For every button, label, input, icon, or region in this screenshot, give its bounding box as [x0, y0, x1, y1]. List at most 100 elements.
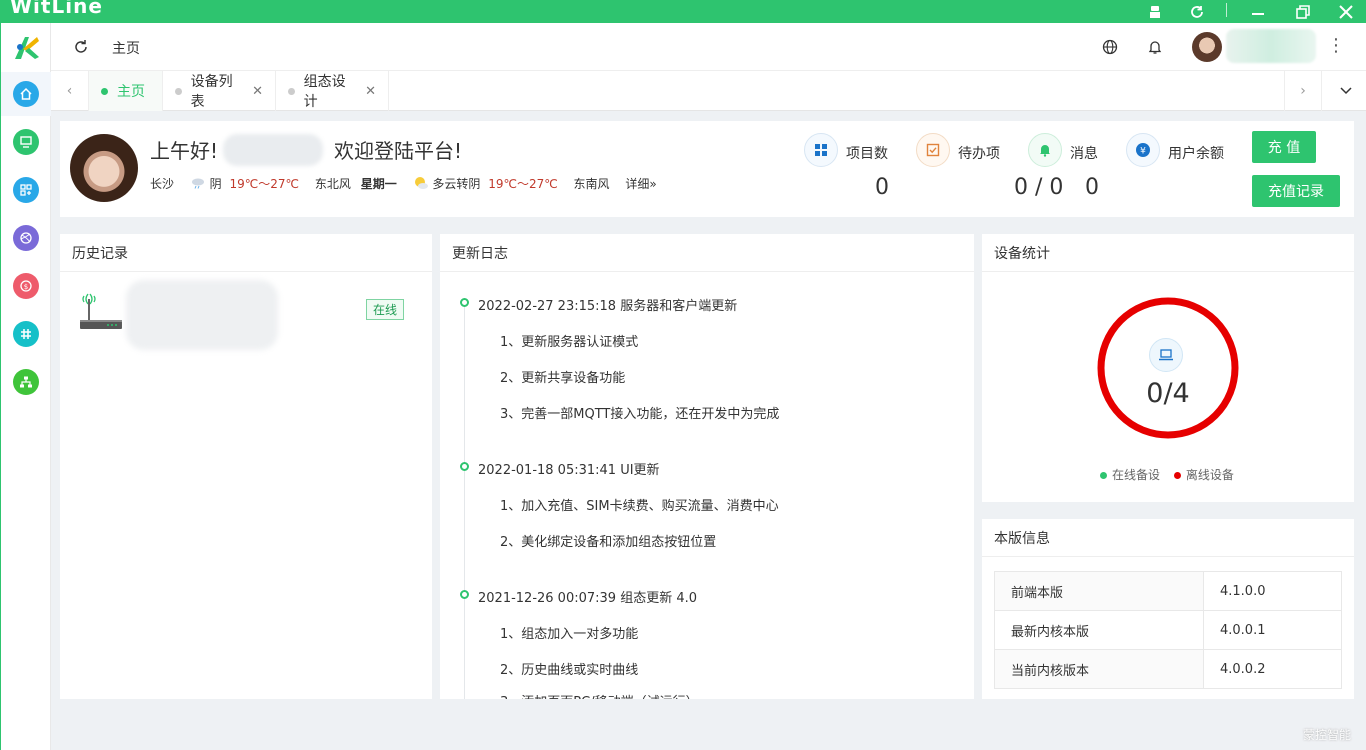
history-panel: 历史记录 在线	[60, 234, 432, 699]
nav-finance[interactable]: $	[1, 264, 51, 308]
changelog-item: 3、完善一部MQTT接入功能，还在开发中为完成	[500, 407, 780, 422]
version-value: 4.1.0.0	[1203, 571, 1342, 611]
legend-offline-label: 离线设备	[1185, 468, 1234, 482]
refresh-window-icon[interactable]	[1179, 0, 1215, 23]
legend-offline-dot	[1173, 472, 1181, 479]
changelog-panel: 更新日志 2022-02-27 23:15:18 服务器和客户端更新 1、更新服…	[440, 234, 974, 699]
grid-icon	[804, 133, 838, 167]
stat-value: 0 / 0	[1014, 175, 1064, 200]
sitemap-icon	[13, 369, 39, 395]
blurred-username	[223, 134, 323, 166]
tabs-dropdown-icon[interactable]	[1327, 71, 1365, 111]
nav-home[interactable]	[1, 72, 51, 116]
version-key: 当前内核版本	[994, 649, 1204, 689]
tab-dot	[288, 87, 295, 95]
table-row: 前端本版 4.1.0.0	[994, 571, 1342, 611]
tab-dot	[101, 87, 108, 95]
today-condition: 阴	[209, 177, 222, 191]
version-panel: 本版信息 前端本版 4.1.0.0 最新内核本版 4.0.0.1 当前内核版本 …	[982, 519, 1354, 699]
skin-icon[interactable]	[1137, 0, 1173, 23]
blurred-device-name	[126, 280, 278, 350]
nav-dribbble[interactable]	[1, 216, 51, 260]
stat-label: 待办项	[958, 146, 1000, 162]
globe-icon[interactable]	[1099, 36, 1121, 58]
changelog-item: 2、更新共享设备功能	[500, 371, 626, 386]
today-wind: 东北风	[314, 177, 351, 191]
checkbox-icon	[916, 133, 950, 167]
close-window-icon[interactable]	[1328, 0, 1364, 23]
user-avatar[interactable]	[1192, 32, 1222, 62]
tomorrow-temp: 19℃～27℃	[488, 177, 558, 191]
table-row: 最新内核本版 4.0.0.1	[994, 610, 1342, 650]
recharge-button[interactable]: 充 值	[1252, 131, 1316, 163]
recharge-records-button[interactable]: 充值记录	[1252, 175, 1340, 207]
ball-icon	[13, 225, 39, 251]
changelog-item: 2、历史曲线或实时曲线	[500, 663, 639, 678]
router-icon	[78, 286, 124, 332]
timeline-dot	[460, 298, 469, 307]
refresh-icon[interactable]	[71, 37, 91, 57]
titlebar-separator	[1226, 3, 1227, 17]
changelog-item: 3、添加页面PC/移动端（试运行）	[500, 691, 699, 699]
top-header: 主页 ⋮	[51, 23, 1366, 71]
version-key: 最新内核本版	[994, 610, 1204, 650]
more-vertical-icon[interactable]: ⋮	[1327, 35, 1345, 56]
version-value: 4.0.0.2	[1203, 649, 1342, 689]
today-temp: 19℃～27℃	[229, 177, 300, 191]
sidebar: $	[0, 23, 51, 750]
tab-device-list[interactable]: 设备列表 ✕	[163, 71, 276, 111]
restore-icon[interactable]	[1285, 0, 1321, 23]
dollar-icon: $	[13, 273, 39, 299]
tomorrow-wind: 东南风	[573, 177, 610, 191]
user-avatar-large	[70, 134, 138, 202]
tab-config-design[interactable]: 组态设计 ✕	[276, 71, 389, 111]
weekday: 星期一	[360, 177, 397, 191]
nav-slack[interactable]	[1, 312, 51, 356]
apps-icon	[13, 177, 39, 203]
greeting-prefix: 上午好!	[150, 139, 219, 163]
svg-text:¥: ¥	[1140, 147, 1146, 157]
stat-label: 项目数	[846, 146, 888, 162]
timeline-dot	[460, 590, 469, 599]
stat-value: 0	[1085, 175, 1099, 200]
nav-apps[interactable]	[1, 168, 51, 212]
table-row: 当前内核版本 4.0.0.2	[994, 649, 1342, 689]
app-logo-icon	[11, 33, 41, 63]
tab-label: 主页	[117, 84, 145, 100]
minimize-icon[interactable]	[1240, 0, 1276, 23]
rain-cloud-icon	[190, 177, 210, 191]
panel-title: 历史记录	[60, 234, 432, 272]
welcome-panel: 上午好! 欢迎登陆平台! 长沙 阴 19℃～27℃ 东北风 星期一 多云转阴 1…	[60, 121, 1354, 217]
close-icon[interactable]: ✕	[365, 84, 376, 99]
laptop-icon	[1149, 338, 1183, 372]
close-icon[interactable]: ✕	[252, 84, 263, 99]
weather-detail-link[interactable]: 详细»	[625, 177, 656, 191]
nav-devices[interactable]	[1, 120, 51, 164]
nav-topology[interactable]	[1, 360, 51, 404]
blurred-username[interactable]	[1226, 29, 1316, 63]
greeting-suffix: 欢迎登陆平台!	[334, 139, 463, 163]
status-badge: 在线	[366, 299, 405, 320]
legend-online-dot	[1100, 472, 1107, 479]
tab-home[interactable]: 主页	[89, 71, 163, 111]
bell-icon[interactable]	[1144, 36, 1166, 58]
changelog-item: 1、更新服务器认证模式	[500, 335, 639, 350]
breadcrumb: 主页	[112, 41, 140, 57]
sun-cloud-icon	[413, 177, 433, 191]
panel-title: 更新日志	[440, 234, 974, 272]
yen-icon: ¥	[1126, 133, 1160, 167]
changelog-timeline: 2022-02-27 23:15:18 服务器和客户端更新 1、更新服务器认证模…	[440, 272, 974, 699]
tomorrow-condition: 多云转阴	[432, 177, 481, 191]
device-count: 0/4	[1146, 378, 1190, 409]
timeline-line	[464, 306, 465, 699]
donut-legend: 在线备设 离线设备	[1100, 466, 1234, 483]
tabs-scroll-left-icon[interactable]: ‹	[51, 71, 89, 111]
tabs-bar: ‹ 主页 设备列表 ✕ 组态设计 ✕ ›	[51, 71, 1366, 111]
watermark: 蒙控智能	[1303, 728, 1352, 742]
changelog-entry-title: 2022-01-18 05:31:41 UI更新	[478, 463, 660, 478]
tabs-scroll-right-icon[interactable]: ›	[1284, 71, 1322, 111]
version-table: 前端本版 4.1.0.0 最新内核本版 4.0.0.1 当前内核版本 4.0.0…	[994, 571, 1342, 689]
title-bar: WitLine	[0, 0, 1366, 23]
monitor-icon	[13, 129, 39, 155]
bell-icon	[1028, 133, 1062, 167]
